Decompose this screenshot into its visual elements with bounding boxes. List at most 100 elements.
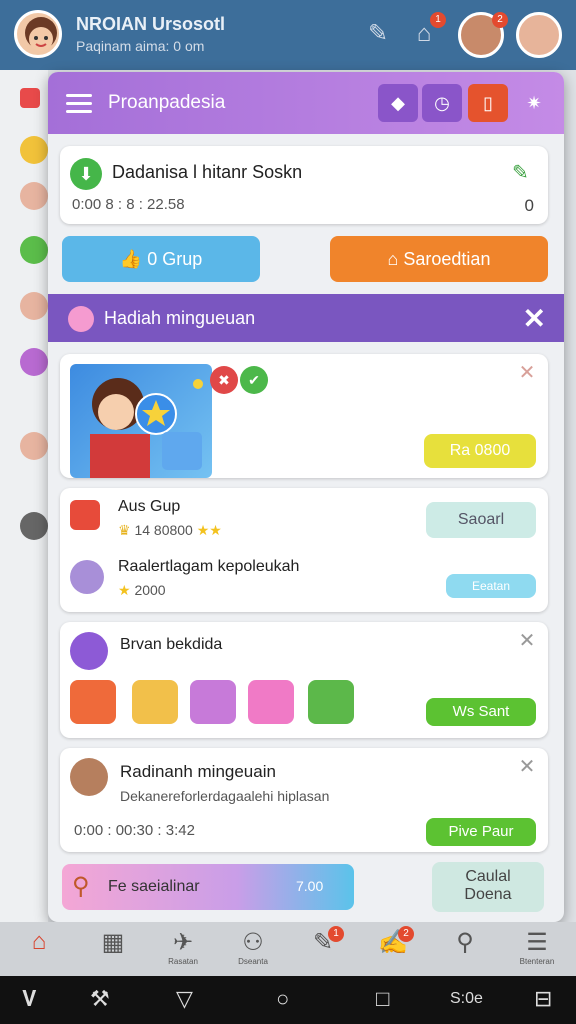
character-image xyxy=(70,364,212,478)
download-count: 0 xyxy=(524,196,534,215)
back-icon[interactable]: ▽ xyxy=(176,986,193,1012)
notification-badge: 1 xyxy=(430,12,446,28)
store-button-label: Saroedtian xyxy=(403,249,491,269)
download-card[interactable]: ⬇ Dadanisa l hitanr Soskn ✎ 0:00 8 : 8 :… xyxy=(60,146,548,224)
gift-box-icon[interactable] xyxy=(190,680,236,724)
list-item xyxy=(20,292,48,320)
profile-avatar[interactable] xyxy=(14,10,62,58)
chat-icon[interactable]: ◆ xyxy=(378,84,418,122)
weekly-card: Radinanh mingeuain Dekanereforlerdagaale… xyxy=(60,748,548,852)
gold-chest-icon[interactable] xyxy=(132,680,178,724)
app-header: NROIAN Ursosotl Paqinam aima: 0 om ✎ ⌂ 1… xyxy=(0,0,576,70)
section-header: Hadiah mingueuan ✕ xyxy=(48,294,564,342)
nav-label: Dseanta xyxy=(238,957,268,966)
star-icon: ★ xyxy=(118,582,135,598)
send-button[interactable]: Ws Sant xyxy=(426,698,536,726)
search-value: 7.00 xyxy=(296,878,324,894)
task-title: Raalertlagam kepoleukah xyxy=(118,558,300,575)
reward-card[interactable]: ✖ ✔ ✕ Ra 0800 xyxy=(60,354,548,478)
list-item xyxy=(20,512,48,540)
close-icon[interactable]: ✕ xyxy=(516,630,538,652)
task-title: Aus Gup xyxy=(118,498,181,515)
gift-card: Brvan bekdida ✕ Ws Sant xyxy=(60,622,548,738)
task-meta: ♛ 14 80800 ★★ xyxy=(118,522,222,539)
app-title: NROIAN Ursosotl xyxy=(76,14,226,34)
house-icon: ⌂ xyxy=(387,249,404,269)
tag-icon[interactable]: ✎ xyxy=(512,160,536,184)
weekly-timer: 0:00 : 00:30 : 3:42 xyxy=(74,822,195,839)
candy-icon[interactable] xyxy=(248,680,294,724)
task-meta: ★ 2000 xyxy=(118,582,166,599)
search-button[interactable]: Saoarl xyxy=(426,502,536,538)
calendar-icon[interactable]: ▦ xyxy=(88,928,138,957)
list-item xyxy=(20,236,48,264)
search-bar[interactable]: ⚲ Fe saeialinar 7.00 xyxy=(62,864,354,910)
close-icon[interactable]: ✕ xyxy=(523,302,546,335)
modal-title: Proanpadesia xyxy=(108,92,226,113)
avatar[interactable] xyxy=(70,758,108,796)
download-title: Dadanisa l hitanr Soskn xyxy=(112,162,303,182)
profile-icon[interactable]: ⚇ Dseanta xyxy=(228,928,278,966)
search-icon: ⚲ xyxy=(72,873,90,900)
menu-icon[interactable]: ⊟ xyxy=(534,986,552,1012)
weekly-desc: Dekanereforlerdagaalehi hiplasan xyxy=(120,788,330,804)
system-nav: 𝐕 ⚒ ▽ ○ □ S:0e ⊟ xyxy=(0,976,576,1024)
menu-icon[interactable] xyxy=(66,94,92,114)
gear-icon[interactable]: ✷ xyxy=(514,84,554,122)
apply-button[interactable]: Eeatan xyxy=(446,574,536,598)
tools-icon[interactable]: ⚒ xyxy=(90,986,110,1012)
weekly-title: Radinanh mingeuain xyxy=(120,762,276,781)
book-icon[interactable]: ▯ xyxy=(468,84,508,122)
bottom-nav: ⌂ ▦ ✈ Rasatan ⚇ Dseanta ✎ 1 ✍ 2 ⚲ ☰ Btenter… xyxy=(0,922,576,976)
remove-icon[interactable]: ✖ xyxy=(210,366,238,394)
nav-label: Btenteran xyxy=(519,957,555,966)
avatar[interactable] xyxy=(70,560,104,594)
trophy-icon: ♛ xyxy=(118,522,135,538)
link-icon[interactable]: ✎ xyxy=(360,16,396,52)
store-button[interactable]: ⌂ Saroedtian xyxy=(330,236,548,282)
activity-icon[interactable]: ✈ Rasatan xyxy=(158,928,208,966)
cancel-label: Caulal xyxy=(465,868,511,885)
group-button-label: 0 Grup xyxy=(147,249,203,269)
price-button[interactable]: Ra 0800 xyxy=(424,434,536,468)
home-circle-icon[interactable]: ○ xyxy=(276,986,289,1012)
fish-icon xyxy=(68,306,94,332)
list-item xyxy=(20,182,48,210)
system-time: S:0e xyxy=(450,990,483,1007)
list-item xyxy=(20,348,48,376)
search-icon[interactable]: ⚲ xyxy=(440,928,490,957)
list-item xyxy=(20,432,48,460)
heart-icon xyxy=(70,500,100,530)
list-item xyxy=(20,136,48,164)
badge-icon xyxy=(70,632,108,670)
recents-icon[interactable]: □ xyxy=(376,986,389,1012)
close-icon[interactable]: ✕ xyxy=(516,756,538,778)
cancel-label: Doena xyxy=(464,886,512,903)
star-icon: ★★ xyxy=(192,522,222,538)
background-list xyxy=(0,70,48,922)
close-icon[interactable]: ✕ xyxy=(516,362,538,384)
modal-header: Proanpadesia ◆ ◷ ▯ ✷ xyxy=(48,72,564,134)
search-label: Fe saeialinar xyxy=(108,878,200,895)
cancel-button[interactable]: Caulal Doena xyxy=(432,862,544,912)
gift-box-icon[interactable] xyxy=(308,680,354,724)
play-button[interactable]: Pive Paur xyxy=(426,818,536,846)
check-icon[interactable]: ✔ xyxy=(240,366,268,394)
task-meta-value: 2000 xyxy=(134,582,166,598)
settings-icon[interactable]: ☰ Btenteran xyxy=(512,928,562,966)
notification-badge: 2 xyxy=(492,12,508,28)
download-meta: 0:00 8 : 8 : 22.58 xyxy=(72,196,185,213)
gift-box-icon[interactable] xyxy=(70,680,116,724)
thumbs-up-icon: 👍 xyxy=(119,249,148,269)
group-button[interactable]: 👍 0 Grup xyxy=(62,236,260,282)
nav-label: Rasatan xyxy=(168,957,198,966)
friend-avatar[interactable] xyxy=(516,12,562,58)
download-icon: ⬇ xyxy=(70,158,102,190)
clock-icon[interactable]: ◷ xyxy=(422,84,462,122)
notification-badge: 2 xyxy=(398,926,414,942)
notification-badge: 1 xyxy=(328,926,344,942)
app-logo-icon[interactable]: 𝐕 xyxy=(22,986,37,1012)
rewards-modal: Proanpadesia ◆ ◷ ▯ ✷ ⬇ Dadanisa l hitanr… xyxy=(48,72,564,922)
section-title: Hadiah mingueuan xyxy=(104,308,256,328)
home-icon[interactable]: ⌂ xyxy=(14,928,64,956)
